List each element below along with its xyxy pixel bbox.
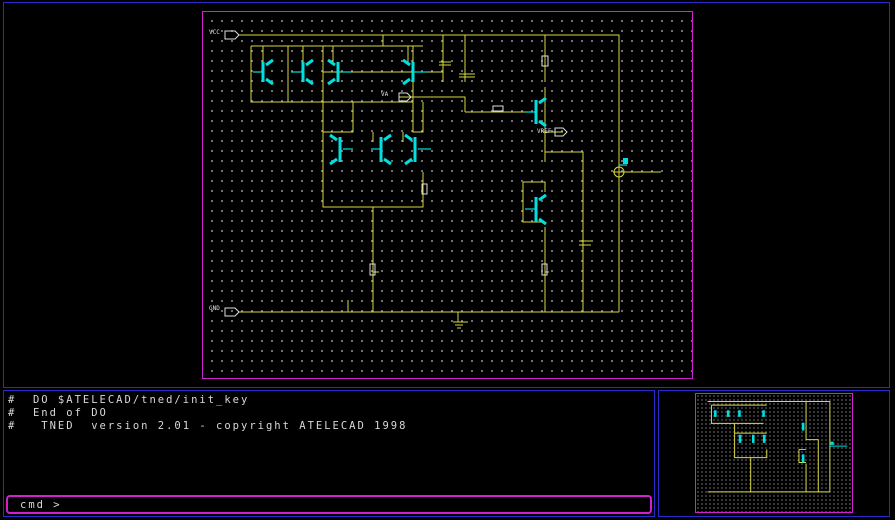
va-port[interactable]: VA xyxy=(381,91,412,102)
output-terminal[interactable] xyxy=(613,158,628,178)
schematic-view[interactable]: VCC GND VA VREF xyxy=(3,2,890,388)
transistors[interactable] xyxy=(253,58,547,226)
command-bar[interactable]: cmd > xyxy=(6,495,652,514)
overview-circuit xyxy=(707,401,848,493)
vref-label: VREF xyxy=(537,128,552,135)
schematic-sheet[interactable]: VCC GND VA VREF xyxy=(202,11,693,379)
vcc-port[interactable]: VCC xyxy=(209,29,240,40)
gnd-label: GND xyxy=(209,305,220,312)
console-line-2: # End of DO xyxy=(8,407,108,419)
overview-panel[interactable] xyxy=(658,390,890,517)
console-line-1: # DO $ATELECAD/tned/init_key xyxy=(8,394,250,406)
gnd-port[interactable]: GND xyxy=(209,305,240,317)
command-input[interactable] xyxy=(88,498,632,514)
ground-symbol xyxy=(453,321,465,329)
circuit-drawing[interactable]: VCC GND VA VREF xyxy=(203,12,694,380)
capacitors xyxy=(439,61,591,246)
resistors xyxy=(369,55,549,276)
console-panel: # DO $ATELECAD/tned/init_key # End of DO… xyxy=(3,390,655,517)
command-prompt: cmd > xyxy=(20,499,62,511)
overview-sheet[interactable] xyxy=(695,393,853,513)
console-line-3: # TNED version 2.01 - copyright ATELECAD… xyxy=(8,420,408,432)
vcc-label: VCC xyxy=(209,29,220,36)
va-label: VA xyxy=(381,91,389,98)
